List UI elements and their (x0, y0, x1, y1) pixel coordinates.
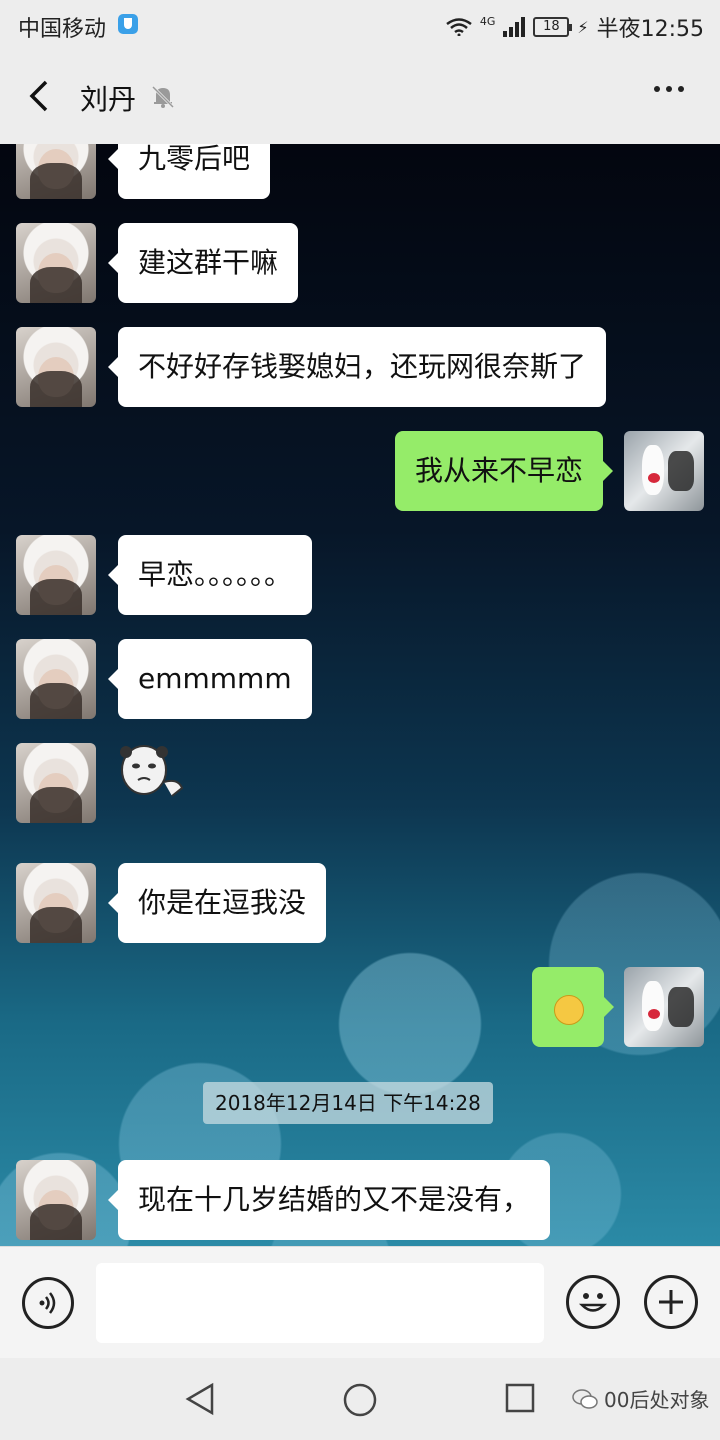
panda-face-sticker[interactable] (118, 742, 190, 806)
battery-icon: 18 (533, 17, 573, 37)
plus-icon[interactable] (644, 1275, 698, 1329)
security-shield-icon (118, 14, 138, 34)
nav-back-icon[interactable] (184, 1382, 216, 1420)
timestamp-label: 2018年12月14日 下午14:28 (203, 1082, 493, 1124)
input-bar (0, 1246, 720, 1359)
chat-header: 刘丹 (0, 50, 720, 144)
message-bubble[interactable]: 不好好存钱娶媳妇，还玩网很奈斯了 (107, 327, 607, 407)
message-bubble[interactable]: emmmmm (108, 639, 312, 719)
status-icons: 4G 18 ⚡ 半夜12:55 (446, 11, 704, 43)
contact-avatar[interactable] (16, 639, 96, 719)
message-bubble[interactable]: 早恋。。。。。。 (107, 535, 313, 615)
signal-icon (503, 17, 526, 37)
contact-avatar[interactable] (16, 223, 96, 303)
carrier-label: 中国移动 (18, 17, 107, 42)
contact-avatar[interactable] (16, 535, 96, 615)
voice-icon[interactable] (22, 1277, 74, 1329)
contact-avatar[interactable] (16, 144, 96, 199)
message-bubble[interactable]: 现在十几岁结婚的又不是没有， (107, 1160, 551, 1240)
smiley-icon[interactable] (566, 1275, 620, 1329)
wechat-logo-icon (572, 1388, 598, 1410)
message-bubble[interactable]: 建这群干嘛 (107, 223, 299, 303)
contact-avatar[interactable] (16, 863, 96, 943)
emoji-message-bubble[interactable] (532, 967, 614, 1047)
message-input[interactable] (96, 1263, 544, 1343)
watermark-text: 00后处对象 (604, 1388, 710, 1412)
nav-recent-apps-icon[interactable] (504, 1382, 536, 1418)
contact-name: 刘丹 (80, 83, 137, 116)
message-bubble[interactable]: 你是在逗我没 (107, 863, 327, 943)
contact-avatar[interactable] (16, 1160, 96, 1240)
contact-avatar[interactable] (16, 327, 96, 407)
more-dots-icon[interactable] (654, 86, 684, 92)
contact-avatar[interactable] (16, 743, 96, 823)
clock: 半夜12:55 (596, 17, 704, 42)
charging-icon: ⚡ (577, 17, 589, 37)
muted-bell-icon (150, 84, 176, 114)
message-bubble[interactable]: 九零后吧 (107, 144, 271, 199)
back-arrow-icon[interactable] (24, 78, 60, 114)
chat-area[interactable]: 九零后吧 建这群干嘛 不好好存钱娶媳妇，还玩网很奈斯了 我从来不早恋 早恋。。。… (0, 144, 720, 1246)
message-bubble-outgoing[interactable]: 我从来不早恋 (395, 431, 614, 511)
my-avatar[interactable] (624, 967, 704, 1047)
my-avatar[interactable] (624, 431, 704, 511)
status-bar: 中国移动 4G 18 ⚡ 半夜12:55 (0, 0, 720, 50)
system-nav-bar: 00后处对象 (0, 1358, 720, 1440)
wifi-icon (446, 18, 472, 36)
watermark: 00后处对象 (572, 1384, 709, 1413)
network-type-label: 4G (479, 14, 496, 28)
nav-home-icon[interactable] (342, 1382, 378, 1422)
confused-emoji-icon (554, 995, 584, 1025)
